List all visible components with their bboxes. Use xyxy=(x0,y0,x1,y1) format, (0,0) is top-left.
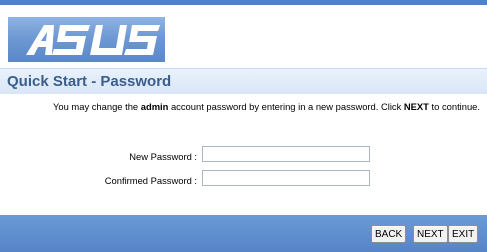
instructions-part: to continue. xyxy=(428,101,480,112)
next-button[interactable]: NEXT xyxy=(413,225,448,243)
header xyxy=(0,5,487,64)
page-title: Quick Start - Password xyxy=(7,73,172,90)
confirmed-password-label: Confirmed Password : xyxy=(104,175,197,186)
instructions-part: account password by entering in a new pa… xyxy=(168,101,404,112)
instructions-text: You may change the admin account passwor… xyxy=(53,101,485,113)
instructions-part: You may change the xyxy=(53,101,141,112)
title-bar: Quick Start - Password xyxy=(0,68,487,94)
content-area: You may change the admin account passwor… xyxy=(0,94,487,194)
back-button[interactable]: BACK xyxy=(371,225,407,243)
asus-logo-icon xyxy=(26,25,160,55)
asus-logo xyxy=(8,17,165,62)
instructions-bold-next: NEXT xyxy=(403,101,429,112)
confirmed-password-field[interactable] xyxy=(202,170,370,186)
instructions-bold-admin: admin xyxy=(140,101,169,112)
new-password-field[interactable] xyxy=(202,146,370,162)
bottom-button-bar: BACK NEXT EXIT xyxy=(0,215,487,252)
new-password-label: New Password : xyxy=(129,151,197,162)
exit-button[interactable]: EXIT xyxy=(448,225,479,243)
